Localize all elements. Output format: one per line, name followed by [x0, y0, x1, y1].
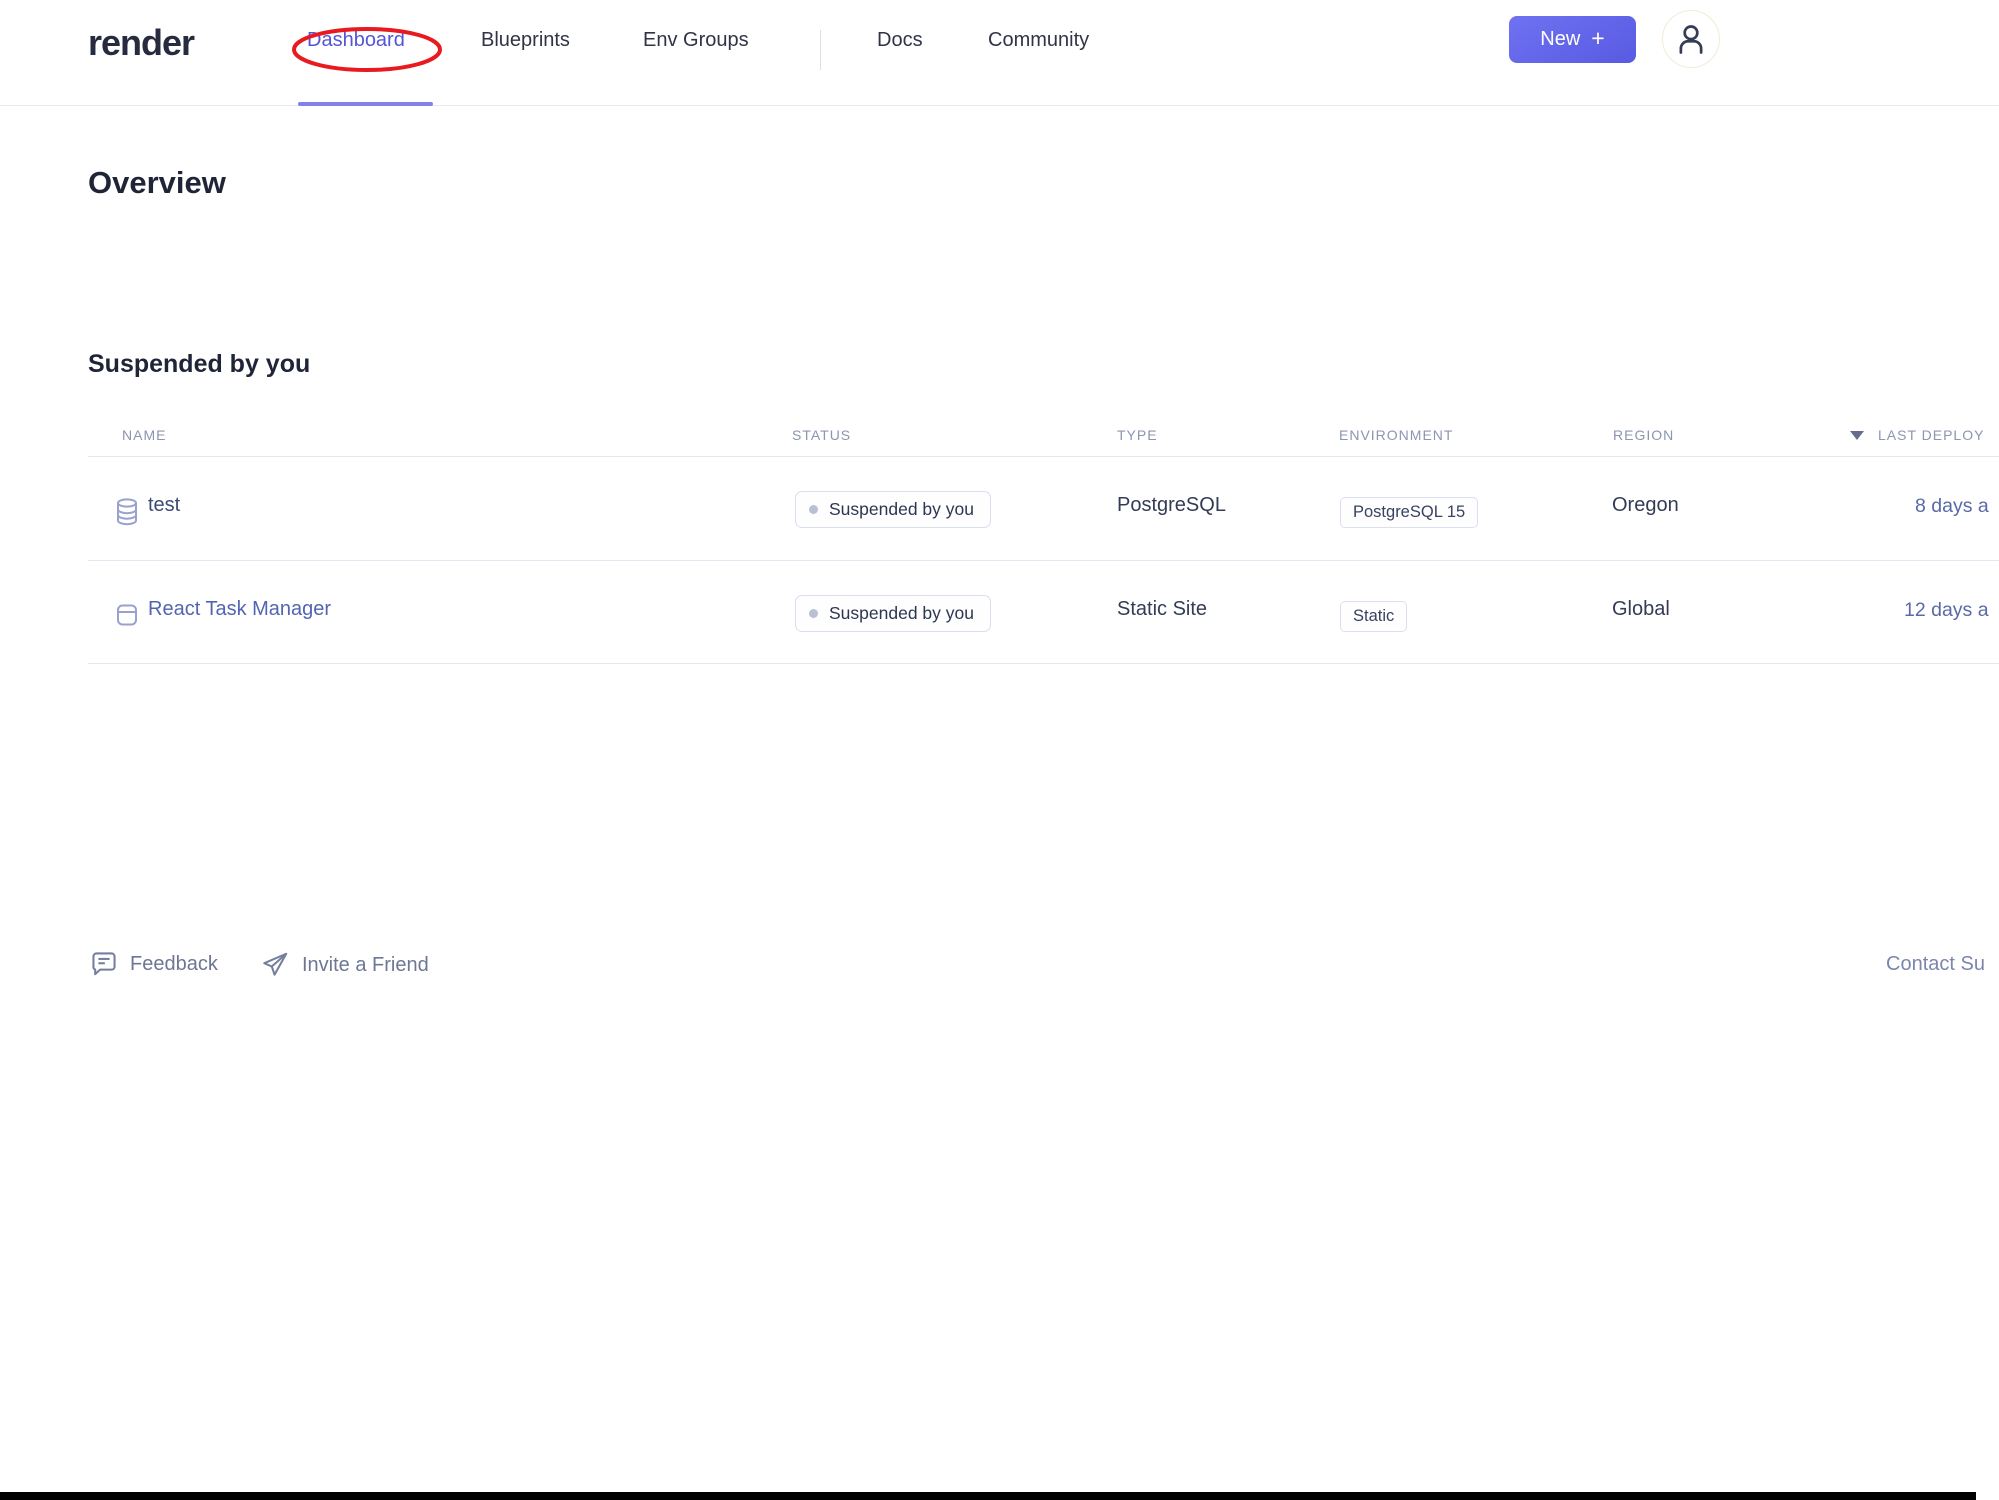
- nav-divider: [820, 30, 821, 70]
- account-menu-button[interactable]: [1662, 10, 1720, 68]
- nav-item-docs[interactable]: Docs: [877, 29, 923, 52]
- table-row-divider: [88, 560, 1999, 561]
- page-title: Overview: [88, 165, 226, 200]
- environment-badge: PostgreSQL 15: [1340, 497, 1479, 528]
- nav-item-env-groups[interactable]: Env Groups: [643, 29, 749, 52]
- plus-icon: +: [1591, 25, 1605, 51]
- status-dot-icon: [809, 609, 818, 618]
- status-badge-label: Suspended by you: [829, 499, 974, 519]
- feedback-link[interactable]: Feedback: [90, 950, 218, 978]
- column-header-name[interactable]: NAME: [122, 427, 166, 443]
- service-region: Oregon: [1612, 494, 1679, 516]
- service-name-link[interactable]: test: [148, 494, 180, 517]
- column-header-status[interactable]: STATUS: [792, 427, 851, 443]
- table-header-divider: [88, 456, 1999, 457]
- feedback-bubble-icon: [92, 952, 116, 976]
- column-header-environment[interactable]: ENVIRONMENT: [1339, 427, 1453, 443]
- status-badge-label: Suspended by you: [829, 603, 974, 623]
- active-tab-underline: [298, 102, 433, 106]
- service-region: Global: [1612, 598, 1670, 620]
- environment-badge: Static: [1340, 601, 1408, 632]
- column-header-type[interactable]: TYPE: [1117, 427, 1158, 443]
- status-dot-icon: [809, 505, 818, 514]
- render-logo[interactable]: render: [88, 22, 195, 64]
- table-row-divider: [88, 663, 1999, 664]
- service-type: Static Site: [1117, 598, 1208, 620]
- contact-support-link[interactable]: Contact Su: [1886, 953, 1985, 976]
- paper-plane-icon: [263, 952, 288, 976]
- contact-label: Contact Su: [1886, 953, 1985, 975]
- service-name-link[interactable]: React Task Manager: [148, 598, 331, 621]
- column-header-region[interactable]: REGION: [1613, 427, 1674, 443]
- person-icon: [1679, 25, 1703, 54]
- nav-item-blueprints[interactable]: Blueprints: [481, 29, 570, 52]
- invite-a-friend-link[interactable]: Invite a Friend: [260, 950, 429, 980]
- invite-label: Invite a Friend: [302, 953, 429, 976]
- feedback-label: Feedback: [130, 952, 218, 975]
- last-deploy-link[interactable]: 8 days a: [1915, 495, 1989, 518]
- database-icon: [117, 498, 137, 526]
- sort-descending-icon[interactable]: [1850, 431, 1864, 440]
- top-nav-bar: render Dashboard Blueprints Env Groups D…: [0, 0, 1999, 106]
- new-button-label: New: [1540, 28, 1581, 50]
- service-type: PostgreSQL: [1117, 494, 1226, 516]
- static-site-icon: [117, 604, 137, 626]
- nav-item-community[interactable]: Community: [988, 29, 1089, 52]
- bottom-bar: [0, 1492, 1976, 1500]
- nav-item-dashboard[interactable]: Dashboard: [307, 29, 405, 52]
- column-header-last-deploy[interactable]: LAST DEPLOY: [1878, 427, 1984, 443]
- status-badge: Suspended by you: [795, 491, 991, 528]
- last-deploy-link[interactable]: 12 days a: [1904, 599, 1989, 622]
- new-button[interactable]: New +: [1509, 16, 1636, 63]
- section-title: Suspended by you: [88, 350, 311, 378]
- status-badge: Suspended by you: [795, 595, 991, 632]
